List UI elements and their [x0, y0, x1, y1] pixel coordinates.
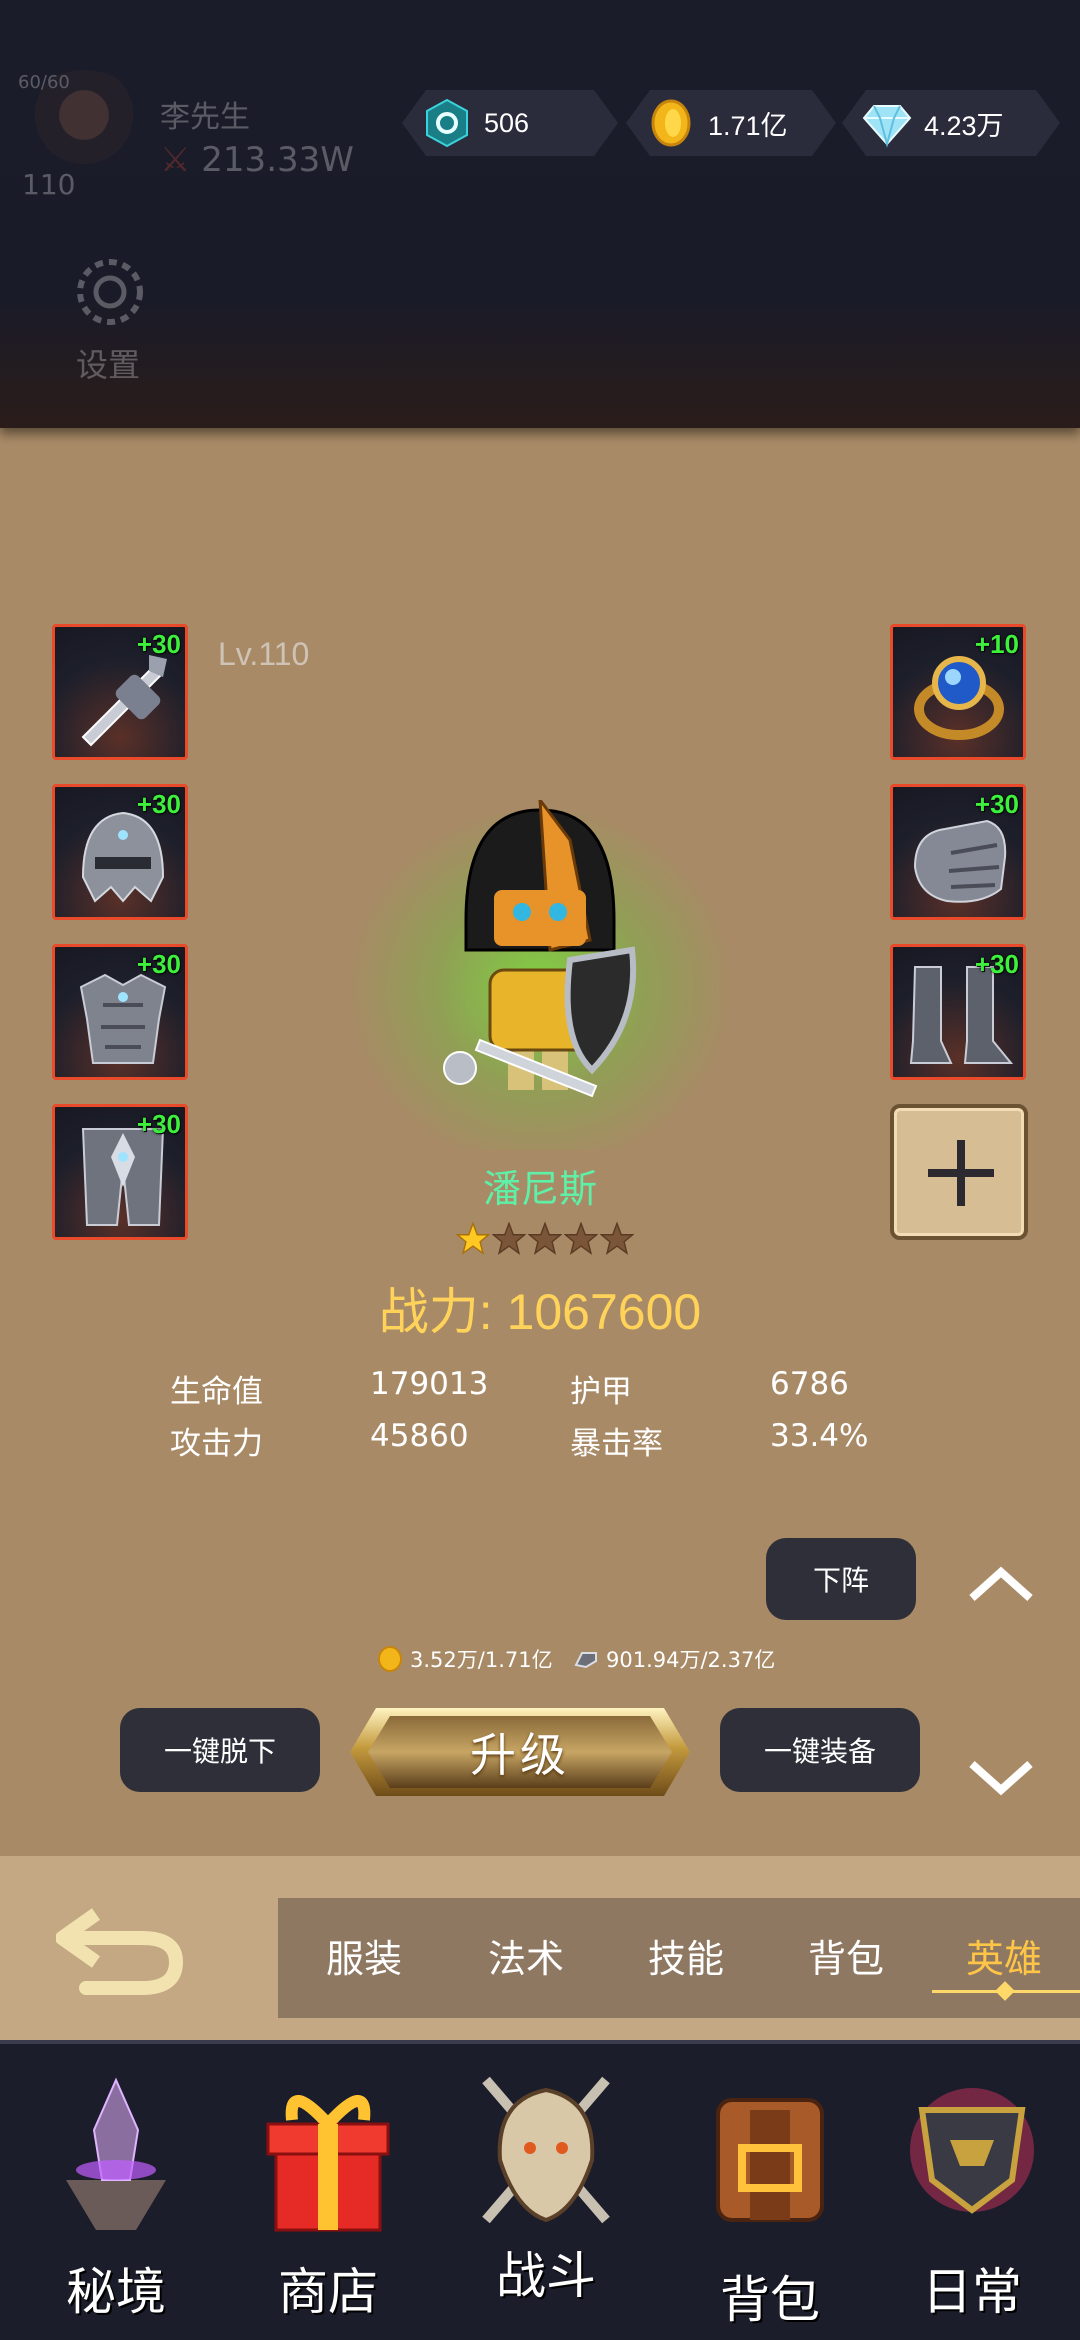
back-arrow-icon[interactable]	[56, 1900, 186, 2000]
unequip-all-button[interactable]: 一键脱下	[120, 1708, 320, 1792]
equip-all-button[interactable]: 一键装备	[720, 1708, 920, 1792]
equip-slot-gloves[interactable]: +30	[890, 784, 1026, 920]
equip-slot-boots[interactable]: +30	[890, 944, 1026, 1080]
stat-hp-label: 生命值	[170, 1374, 263, 1410]
tab-inventory[interactable]: 背包	[808, 1928, 884, 1983]
stat-crit-label: 暴击率	[570, 1426, 663, 1462]
top-header: 60/60 110 李先生 ⚔ 213.33W 设置	[0, 0, 1080, 428]
star-empty-icon	[600, 1222, 634, 1255]
resource-gold[interactable]: 1.71亿	[626, 90, 836, 156]
stat-attack-label: 攻击力	[170, 1426, 263, 1462]
tab-skills[interactable]: 技能	[648, 1928, 724, 1983]
hero-portrait[interactable]	[420, 800, 660, 1120]
gold-coin-icon	[646, 98, 696, 148]
gold-coin-icon	[378, 1646, 402, 1672]
hero-level: Lv.110	[218, 636, 310, 672]
resource-diamond[interactable]: 4.23万	[842, 90, 1060, 156]
backpack-icon	[716, 2098, 824, 2222]
upgrade-button[interactable]: 升级	[350, 1700, 690, 1804]
star-empty-icon	[492, 1222, 526, 1255]
settings-label[interactable]: 设置	[76, 340, 140, 386]
tab-costume[interactable]: 服装	[326, 1928, 402, 1983]
player-info-area: 60/60 110 李先生 ⚔ 213.33W 设置	[0, 0, 1080, 428]
chevron-down-icon[interactable]	[966, 1758, 1036, 1798]
combat-power: 战力: 1067600	[378, 1284, 702, 1340]
chevron-up-icon[interactable]	[966, 1564, 1036, 1604]
nav-battle[interactable]: 战斗	[446, 2040, 646, 2340]
nav-daily[interactable]: 日常	[872, 2040, 1072, 2340]
exp-counter: 60/60	[18, 72, 70, 93]
crossed-swords-icon: ⚔	[160, 140, 191, 180]
equip-slot-ring[interactable]: +10	[890, 624, 1026, 760]
hero-name: 潘尼斯	[482, 1167, 597, 1211]
stat-crit-value: 33.4%	[770, 1418, 869, 1454]
equip-slot-weapon[interactable]: +30	[52, 624, 188, 760]
iron-ingot-icon	[574, 1652, 597, 1669]
dismiss-button[interactable]: 下阵	[766, 1538, 916, 1620]
star-filled-icon	[456, 1222, 490, 1255]
shield-emblem-icon	[910, 2088, 1034, 2214]
gear-icon[interactable]	[68, 250, 152, 334]
material-cost: 901.94万/2.37亿	[572, 1644, 775, 1674]
lion-crest-icon	[482, 2076, 610, 2224]
nav-shop[interactable]: 商店	[228, 2040, 428, 2340]
equip-slot-helmet[interactable]: +30	[52, 784, 188, 920]
star-rating	[456, 1222, 634, 1256]
equip-slot-chest[interactable]: +30	[52, 944, 188, 1080]
tab-heroes[interactable]: 英雄	[966, 1928, 1042, 1983]
player-power: ⚔ 213.33W	[160, 140, 354, 180]
star-empty-icon	[564, 1222, 598, 1255]
nav-secret-realm[interactable]: 秘境	[16, 2040, 216, 2340]
gem-token-icon	[422, 98, 472, 148]
crystal-island-icon	[66, 2077, 166, 2230]
stat-armor-label: 护甲	[570, 1374, 632, 1410]
player-name: 李先生	[160, 100, 250, 135]
gift-box-icon	[266, 2095, 390, 2232]
player-level: 110	[22, 168, 76, 201]
resource-gem[interactable]: 506	[402, 90, 618, 156]
stat-armor-value: 6786	[770, 1366, 849, 1402]
diamond-icon	[862, 98, 912, 148]
tab-spells[interactable]: 法术	[488, 1928, 564, 1983]
stat-attack-value: 45860	[370, 1418, 469, 1454]
gold-cost: 3.52万/1.71亿	[376, 1644, 553, 1674]
nav-backpack[interactable]: 背包	[670, 2040, 870, 2340]
star-empty-icon	[528, 1222, 562, 1255]
stat-hp-value: 179013	[370, 1366, 489, 1402]
